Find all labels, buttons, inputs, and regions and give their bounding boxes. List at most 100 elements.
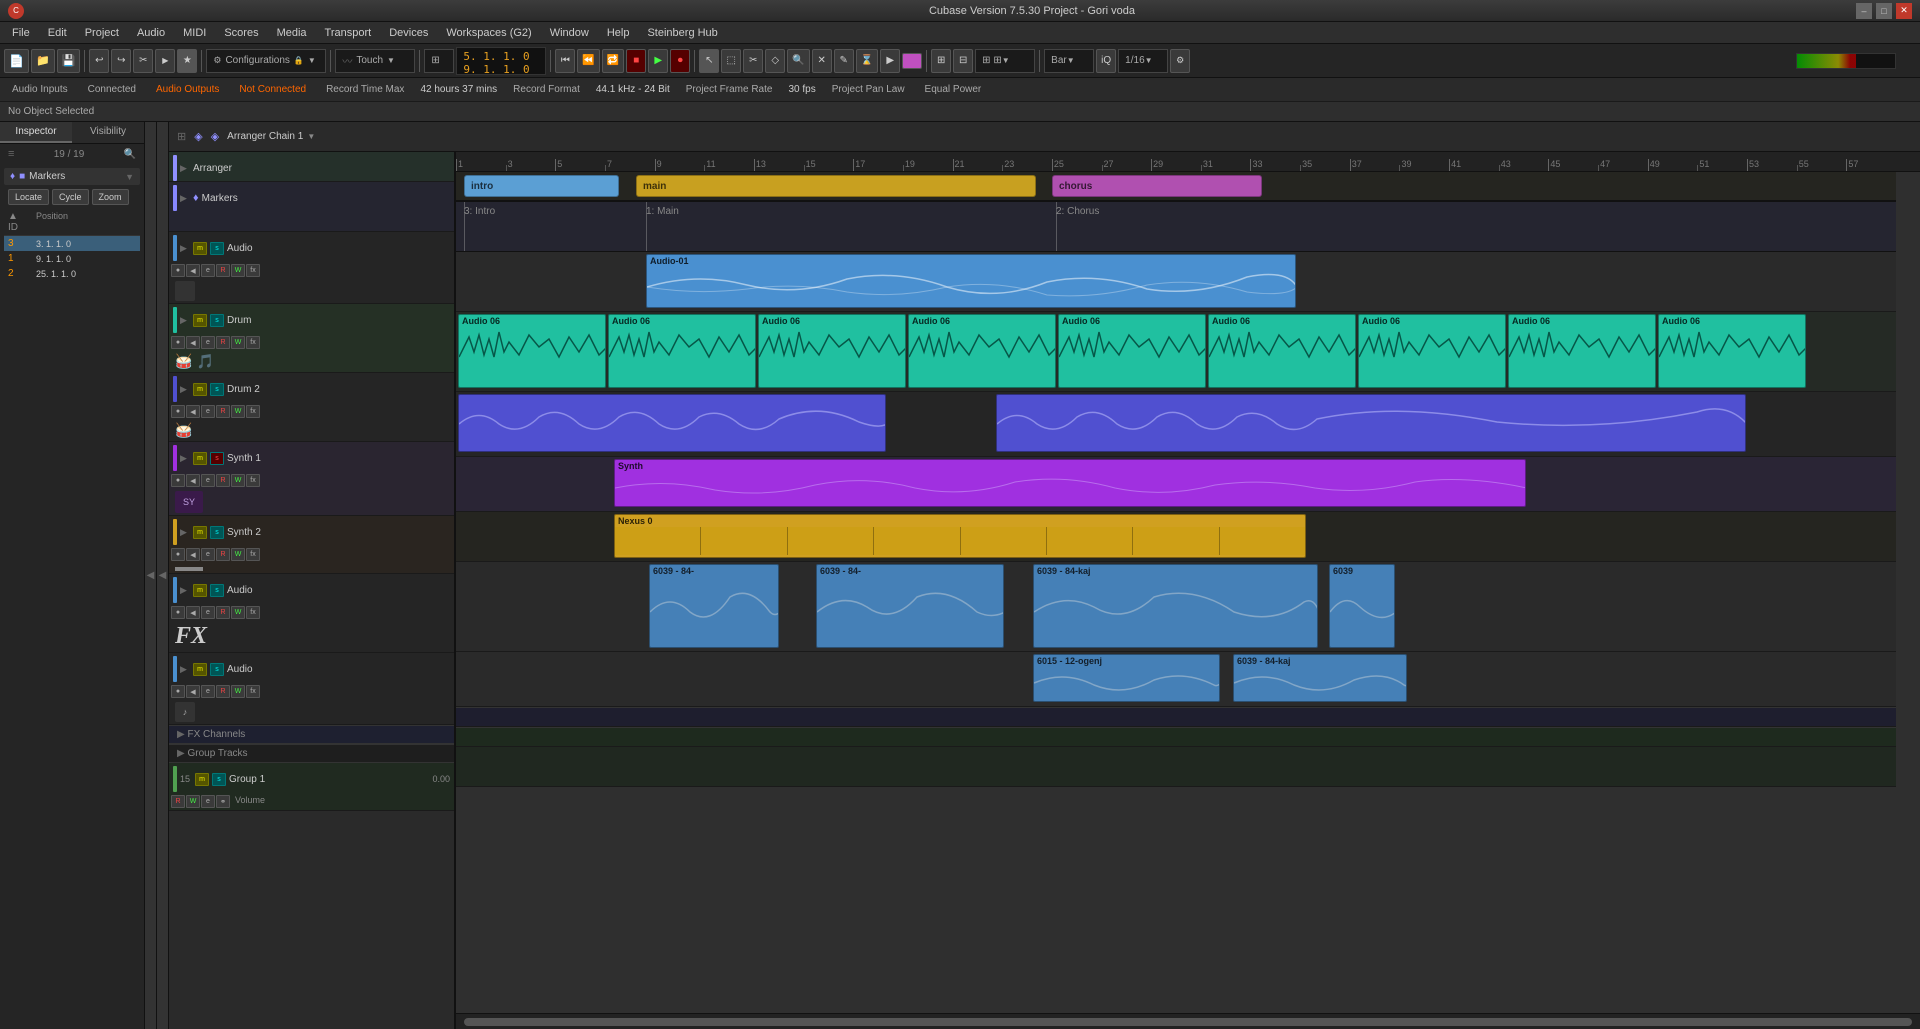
select-tool-btn[interactable]: ↖ bbox=[699, 49, 719, 73]
audio3-expand[interactable]: ▶ bbox=[180, 664, 190, 675]
play-tool-btn[interactable]: ▶ bbox=[880, 49, 900, 73]
synth2-expand[interactable]: ▶ bbox=[180, 527, 190, 538]
audio3-clip-2[interactable]: 6039 - 84-kaj bbox=[1233, 654, 1407, 702]
audio1-r-btn[interactable]: R bbox=[216, 264, 230, 277]
drum2-mute-btn[interactable]: m bbox=[193, 383, 207, 396]
drum1-track-header[interactable]: ▶ m s Drum bbox=[169, 304, 454, 336]
drum2-track-header[interactable]: ▶ m s Drum 2 bbox=[169, 373, 454, 405]
synth2-track-header[interactable]: ▶ m s Synth 2 bbox=[169, 516, 454, 548]
audio-inputs-item[interactable]: Audio Inputs bbox=[8, 82, 72, 97]
audio3-clip-1[interactable]: 6015 - 12-ogenj bbox=[1033, 654, 1220, 702]
drum1-clip-4[interactable]: Audio 06 bbox=[908, 314, 1056, 388]
inspector-collapse-arrow[interactable]: ◀ bbox=[145, 122, 157, 1029]
synth1-w-btn[interactable]: W bbox=[231, 474, 245, 487]
bar-display[interactable]: Bar▼ bbox=[1044, 49, 1094, 73]
group1-solo-btn[interactable]: s bbox=[212, 773, 226, 786]
menu-help[interactable]: Help bbox=[599, 25, 638, 41]
group1-mute-btn[interactable]: m bbox=[195, 773, 209, 786]
drum2-eq-btn[interactable]: e bbox=[201, 405, 215, 418]
audio3-solo-btn[interactable]: s bbox=[210, 663, 224, 676]
audio1-track-header[interactable]: ▶ m s Audio bbox=[169, 232, 454, 264]
marker-row-1[interactable]: 1 9. 1. 1. 0 bbox=[4, 251, 140, 266]
split-tool-btn[interactable]: ✂ bbox=[743, 49, 763, 73]
synth2-fx-btn[interactable]: fx bbox=[246, 548, 260, 561]
audio2-eq-btn[interactable]: e bbox=[201, 606, 215, 619]
zoom-button[interactable]: Zoom bbox=[92, 189, 129, 205]
cycle-btn[interactable]: 🔁 bbox=[602, 49, 624, 73]
tracks-canvas[interactable]: intro main chorus 3: Intro bbox=[456, 172, 1920, 1013]
connected-item[interactable]: Connected bbox=[84, 82, 140, 97]
drum2-expand[interactable]: ▶ bbox=[180, 384, 190, 395]
group1-w-btn[interactable]: W bbox=[186, 795, 200, 808]
audio3-w-btn[interactable]: W bbox=[231, 685, 245, 698]
menu-devices[interactable]: Devices bbox=[381, 25, 436, 41]
drum1-clip-9[interactable]: Audio 06 bbox=[1658, 314, 1806, 388]
toolbar-save-btn[interactable]: 💾 bbox=[57, 49, 81, 73]
toolbar-star-btn[interactable]: ★ bbox=[177, 49, 197, 73]
audio1-read-btn[interactable]: ● bbox=[171, 264, 185, 277]
drum2-prev-btn[interactable]: ◀ bbox=[186, 405, 200, 418]
menu-workspaces[interactable]: Workspaces (G2) bbox=[438, 25, 539, 41]
audio2-clip-1[interactable]: 6039 - 84- bbox=[649, 564, 779, 648]
mute-tool-btn[interactable]: ✕ bbox=[812, 49, 832, 73]
snap-display[interactable]: ⊞ ⊞▼ bbox=[975, 49, 1035, 73]
group1-r-btn[interactable]: R bbox=[171, 795, 185, 808]
arranger-track-header[interactable]: ▶ Arranger bbox=[169, 152, 454, 184]
track-list-collapse-arrow[interactable]: ◀ bbox=[157, 122, 169, 1029]
synth2-eq-btn[interactable]: e bbox=[201, 548, 215, 561]
locate-button[interactable]: Locate bbox=[8, 189, 49, 205]
audio3-eq-btn[interactable]: e bbox=[201, 685, 215, 698]
synth2-solo-btn[interactable]: s bbox=[210, 526, 224, 539]
synth2-w-btn[interactable]: W bbox=[231, 548, 245, 561]
synth1-eq-btn[interactable]: e bbox=[201, 474, 215, 487]
synth2-prev-btn[interactable]: ◀ bbox=[186, 548, 200, 561]
audio2-read-btn[interactable]: ● bbox=[171, 606, 185, 619]
range-tool-btn[interactable]: ⬚ bbox=[721, 49, 741, 73]
drum1-clip-1[interactable]: Audio 06 bbox=[458, 314, 606, 388]
group-tracks-header[interactable]: ▶ Group Tracks bbox=[169, 744, 454, 763]
drum1-clip-2[interactable]: Audio 06 bbox=[608, 314, 756, 388]
audio3-mute-btn[interactable]: m bbox=[193, 663, 207, 676]
grid-btn[interactable]: ⊟ bbox=[953, 49, 973, 73]
menu-steinberg-hub[interactable]: Steinberg Hub bbox=[639, 25, 725, 41]
drum1-r-btn[interactable]: R bbox=[216, 336, 230, 349]
audio2-clip-4[interactable]: 6039 bbox=[1329, 564, 1395, 648]
synth2-r-btn[interactable]: R bbox=[216, 548, 230, 561]
menu-media[interactable]: Media bbox=[269, 25, 315, 41]
zoom-tool-btn[interactable]: 🔍 bbox=[787, 49, 809, 73]
not-connected-item[interactable]: Not Connected bbox=[235, 82, 310, 97]
drum2-read-btn[interactable]: ● bbox=[171, 405, 185, 418]
audio2-clip-3[interactable]: 6039 - 84-kaj bbox=[1033, 564, 1318, 648]
synth1-solo-btn[interactable]: s bbox=[210, 452, 224, 465]
minimize-button[interactable]: – bbox=[1856, 3, 1872, 19]
audio3-prev-btn[interactable]: ◀ bbox=[186, 685, 200, 698]
search-inspector-btn[interactable]: 🔍 bbox=[124, 149, 136, 160]
drum1-clip-8[interactable]: Audio 06 bbox=[1508, 314, 1656, 388]
drum1-prev-btn[interactable]: ◀ bbox=[186, 336, 200, 349]
audio2-r-btn[interactable]: R bbox=[216, 606, 230, 619]
drum2-clip-1[interactable] bbox=[458, 394, 886, 452]
snap-btn[interactable]: ⊞ bbox=[931, 49, 951, 73]
audio1-clip-1[interactable]: Audio-01 bbox=[646, 254, 1296, 308]
synth2-mute-btn[interactable]: m bbox=[193, 526, 207, 539]
iq-btn[interactable]: iQ bbox=[1096, 49, 1116, 73]
drum2-fx-btn[interactable]: fx bbox=[246, 405, 260, 418]
play-btn[interactable]: ▶ bbox=[648, 49, 668, 73]
audio1-prev-btn[interactable]: ◀ bbox=[186, 264, 200, 277]
menu-file[interactable]: File bbox=[4, 25, 38, 41]
audio1-eq-btn[interactable]: e bbox=[201, 264, 215, 277]
toolbar-undo-btn[interactable]: ↩ bbox=[89, 49, 109, 73]
audio1-expand[interactable]: ▶ bbox=[180, 243, 190, 254]
stop-btn[interactable]: ■ bbox=[626, 49, 646, 73]
audio2-prev-btn[interactable]: ◀ bbox=[186, 606, 200, 619]
drum1-clip-6[interactable]: Audio 06 bbox=[1208, 314, 1356, 388]
arranger-bar-intro[interactable]: intro bbox=[464, 175, 619, 197]
configurations-display[interactable]: ⚙ Configurations 🔒 ▼ bbox=[206, 49, 326, 73]
close-button[interactable]: ✕ bbox=[1896, 3, 1912, 19]
toolbar-redo-btn[interactable]: ↪ bbox=[111, 49, 131, 73]
markers-section-header[interactable]: ♦ ■ Markers ▼ bbox=[4, 168, 140, 185]
color-tool-btn[interactable] bbox=[902, 53, 922, 69]
drum1-w-btn[interactable]: W bbox=[231, 336, 245, 349]
synth1-mute-btn[interactable]: m bbox=[193, 452, 207, 465]
tab-visibility[interactable]: Visibility bbox=[72, 122, 144, 143]
